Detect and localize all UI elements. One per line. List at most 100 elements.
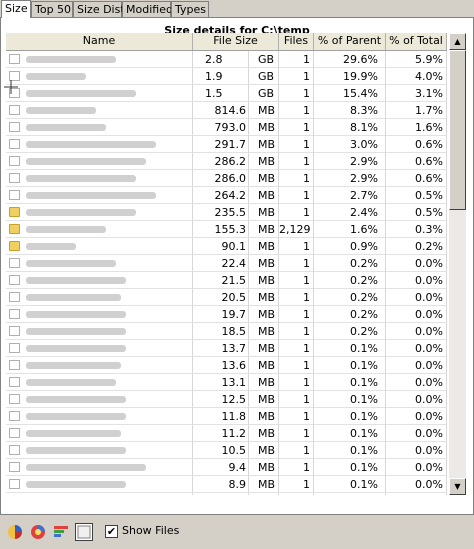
table-row[interactable]: 1.5 GB 1 15.4% 3.1% (6, 85, 447, 102)
redacted-name (26, 345, 126, 352)
size-cell: 20.5 (193, 289, 249, 306)
size-cell: 11.2 (193, 425, 249, 442)
list-view-icon[interactable] (75, 523, 93, 541)
size-cell: 2.8 (193, 51, 249, 68)
table-row[interactable]: 13.6 MB 1 0.1% 0.0% (6, 357, 447, 374)
column-header-size[interactable]: File Size (193, 33, 279, 50)
table-row[interactable]: 11.2 MB 1 0.1% 0.0% (6, 425, 447, 442)
files-cell: 1 (279, 340, 314, 357)
table-row[interactable]: 13.1 MB 1 0.1% 0.0% (6, 374, 447, 391)
table-row[interactable]: 11.8 MB 1 0.1% 0.0% (6, 408, 447, 425)
table-row[interactable]: 814.6 MB 1 8.3% 1.7% (6, 102, 447, 119)
file-icon (9, 105, 20, 115)
unit-cell: MB (249, 323, 279, 340)
table-row[interactable]: 1.9 GB 1 19.9% 4.0% (6, 68, 447, 85)
pie-chart-icon[interactable] (6, 523, 24, 541)
file-icon (9, 122, 20, 132)
parent-percent-cell: 0.1% (314, 442, 386, 459)
size-cell: 6.6 (193, 493, 249, 495)
table-row[interactable]: 12.5 MB 1 0.1% 0.0% (6, 391, 447, 408)
file-icon (9, 292, 20, 302)
tab-modified[interactable]: Modified (122, 1, 173, 17)
scroll-up-button[interactable]: ▲ (449, 33, 466, 50)
total-percent-cell: 0.5% (386, 204, 447, 221)
table-row[interactable]: 2.8 GB 1 29.6% 5.9% (6, 51, 447, 68)
redacted-name (26, 175, 136, 182)
table-row[interactable]: 264.2 MB 1 2.7% 0.5% (6, 187, 447, 204)
parent-percent-cell: 2.4% (314, 204, 386, 221)
table-row[interactable]: 9.4 MB 1 0.1% 0.0% (6, 459, 447, 476)
vertical-scrollbar[interactable]: ▲ ▼ (449, 33, 466, 495)
size-cell: 19.7 (193, 306, 249, 323)
size-cell: 22.4 (193, 255, 249, 272)
total-percent-cell: 0.0% (386, 340, 447, 357)
parent-percent-cell: 29.6% (314, 51, 386, 68)
column-header-total[interactable]: % of Total (386, 33, 447, 50)
name-cell (6, 391, 193, 408)
redacted-name (26, 311, 126, 318)
unit-cell: MB (249, 136, 279, 153)
files-cell: 1 (279, 153, 314, 170)
tab-size[interactable]: Size (1, 0, 31, 18)
total-percent-cell: 0.0% (386, 493, 447, 495)
column-header-parent[interactable]: % of Parent (314, 33, 386, 50)
files-cell: 1 (279, 425, 314, 442)
unit-cell: MB (249, 170, 279, 187)
table-row[interactable]: 8.9 MB 1 0.1% 0.0% (6, 476, 447, 493)
table-row[interactable]: 291.7 MB 1 3.0% 0.6% (6, 136, 447, 153)
unit-cell: MB (249, 493, 279, 495)
tab-size-dist[interactable]: Size Dist (73, 1, 125, 17)
size-cell: 155.3 (193, 221, 249, 238)
total-percent-cell: 0.0% (386, 255, 447, 272)
unit-cell: MB (249, 391, 279, 408)
total-percent-cell: 1.6% (386, 119, 447, 136)
table-row[interactable]: 18.5 MB 1 0.2% 0.0% (6, 323, 447, 340)
total-percent-cell: 0.0% (386, 374, 447, 391)
files-cell: 1 (279, 170, 314, 187)
total-percent-cell: 0.0% (386, 289, 447, 306)
files-cell: 1 (279, 136, 314, 153)
file-icon (9, 275, 20, 285)
tab-types[interactable]: Types (171, 1, 209, 17)
files-cell: 1 (279, 374, 314, 391)
table-row[interactable]: 90.1 MB 1 0.9% 0.2% (6, 238, 447, 255)
column-header-files[interactable]: Files (279, 33, 314, 50)
table-row[interactable]: 19.7 MB 1 0.2% 0.0% (6, 306, 447, 323)
total-percent-cell: 0.0% (386, 425, 447, 442)
redacted-name (26, 56, 116, 63)
unit-cell: MB (249, 425, 279, 442)
table-row[interactable]: 20.5 MB 1 0.2% 0.0% (6, 289, 447, 306)
table-row[interactable]: 286.0 MB 1 2.9% 0.6% (6, 170, 447, 187)
size-cell: 9.4 (193, 459, 249, 476)
parent-percent-cell: 0.2% (314, 323, 386, 340)
redacted-name (26, 141, 156, 148)
redacted-name (26, 481, 126, 488)
size-cell: 8.9 (193, 476, 249, 493)
file-icon (9, 394, 20, 404)
name-cell (6, 170, 193, 187)
total-percent-cell: 1.7% (386, 102, 447, 119)
scrollbar-thumb[interactable] (449, 50, 466, 210)
tab-top-50[interactable]: Top 50 (31, 1, 73, 17)
name-cell (6, 221, 193, 238)
bar-chart-icon[interactable] (52, 523, 70, 541)
table-row[interactable]: 21.5 MB 1 0.2% 0.0% (6, 272, 447, 289)
show-files-checkbox[interactable]: ✔ (105, 525, 118, 538)
table-row[interactable]: 155.3 MB 2,129 1.6% 0.3% (6, 221, 447, 238)
name-cell (6, 425, 193, 442)
table-row[interactable]: 10.5 MB 1 0.1% 0.0% (6, 442, 447, 459)
folder-icon (9, 241, 20, 251)
redacted-name (26, 124, 106, 131)
files-cell: 1 (279, 391, 314, 408)
ring-chart-icon[interactable] (29, 523, 47, 541)
table-row[interactable]: 13.7 MB 1 0.1% 0.0% (6, 340, 447, 357)
table-row[interactable]: 235.5 MB 1 2.4% 0.5% (6, 204, 447, 221)
table-row[interactable]: 22.4 MB 1 0.2% 0.0% (6, 255, 447, 272)
table-row[interactable]: 6.6MB10.1%0.0% (6, 493, 447, 495)
file-icon (9, 309, 20, 319)
table-row[interactable]: 286.2 MB 1 2.9% 0.6% (6, 153, 447, 170)
table-row[interactable]: 793.0 MB 1 8.1% 1.6% (6, 119, 447, 136)
column-header-name[interactable]: Name (6, 33, 193, 50)
scroll-down-button[interactable]: ▼ (449, 478, 466, 495)
files-cell: 1 (279, 323, 314, 340)
